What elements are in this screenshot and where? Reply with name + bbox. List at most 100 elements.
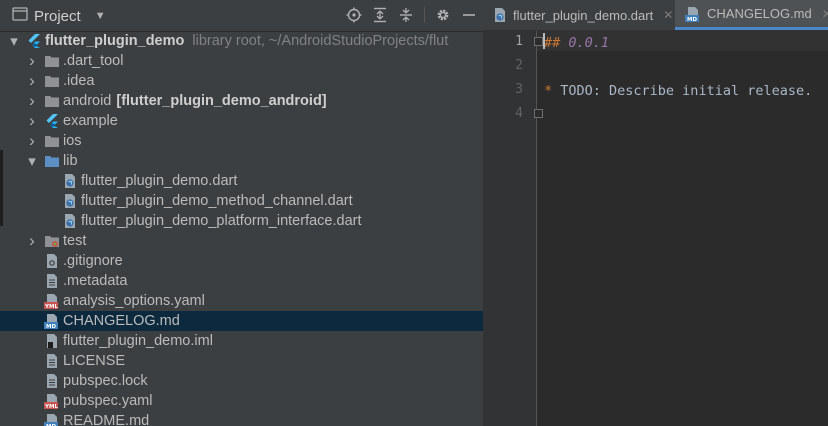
line-number-gutter: 1 2 3 4 — [483, 31, 537, 426]
tab-changelog[interactable]: MD CHANGELOG.md ✕ — [675, 0, 828, 30]
svg-text:YML: YML — [44, 404, 58, 409]
folder-icon — [44, 73, 60, 89]
dart-file-icon — [62, 173, 78, 189]
yaml-file-icon: YML — [44, 293, 60, 309]
tree-item-label: example — [63, 113, 118, 129]
flutter-icon — [44, 113, 60, 129]
chevron-right-icon[interactable]: › — [26, 71, 38, 91]
gear-icon[interactable] — [435, 6, 451, 24]
editor-area: flutter_plugin_demo.dart ✕ MD CHANGELOG.md ✕… — [483, 0, 828, 426]
chevron-right-icon[interactable]: › — [26, 91, 38, 111]
tree-item[interactable]: › .idea — [0, 71, 483, 91]
text-file-icon — [44, 273, 60, 289]
svg-text:MD: MD — [46, 324, 56, 329]
chevron-down-icon[interactable]: ▾ — [8, 32, 20, 50]
line-number: 4 — [515, 106, 523, 121]
tree-item-label: pubspec.yaml — [63, 393, 153, 409]
fold-marker-icon[interactable] — [534, 109, 543, 118]
tree-item-label: pubspec.lock — [63, 373, 148, 389]
dart-file-icon — [62, 193, 78, 209]
list-bullet: * — [544, 83, 553, 99]
tree-item-label: flutter_plugin_demo_method_channel.dart — [81, 193, 353, 209]
tree-item[interactable]: › ios — [0, 131, 483, 151]
folder-icon — [44, 133, 60, 149]
tree-item[interactable]: ▾ flutter_plugin_demo library root, ~/Andr… — [0, 31, 483, 51]
chevron-right-icon[interactable]: › — [26, 231, 38, 251]
line-number: 1 — [515, 34, 523, 49]
dart-file-icon — [62, 213, 78, 229]
tree-item-label: LICENSE — [63, 353, 126, 369]
dart-file-icon — [493, 7, 507, 23]
fold-marker-icon[interactable] — [534, 37, 543, 46]
project-tree: ▾ flutter_plugin_demo library root, ~/Andr… — [0, 31, 483, 426]
text-file-icon — [44, 353, 60, 369]
yaml-file-icon: YML — [44, 393, 60, 409]
tree-item[interactable]: flutter_plugin_demo.dart — [0, 171, 483, 191]
tree-item-label: flutter_plugin_demo.dart — [81, 173, 238, 189]
folder-icon — [44, 93, 60, 109]
tree-item-label: flutter_plugin_demo.iml — [63, 333, 213, 349]
tree-item[interactable]: › test — [0, 231, 483, 251]
tree-item[interactable]: .metadata — [0, 271, 483, 291]
project-panel-header: Project ▼ — [0, 0, 483, 32]
collapse-all-icon[interactable] — [398, 6, 414, 24]
tab-dart-file[interactable]: flutter_plugin_demo.dart ✕ — [483, 0, 675, 30]
markdown-file-icon: MD — [44, 313, 60, 329]
tree-item[interactable]: flutter_plugin_demo_platform_interface.d… — [0, 211, 483, 231]
list-item-text: TODO: Describe initial release. — [552, 83, 813, 99]
tree-item-label: lib — [63, 153, 78, 169]
code-line: ## 0.0.1 — [544, 33, 609, 53]
chevron-right-icon[interactable]: › — [26, 51, 38, 71]
tree-item[interactable]: flutter_plugin_demo_method_channel.dart — [0, 191, 483, 211]
left-edge-strip — [0, 150, 3, 226]
project-view-selector[interactable]: Project ▼ — [12, 6, 106, 26]
chevron-right-icon[interactable]: › — [26, 111, 38, 131]
line-number: 3 — [515, 82, 523, 97]
chevron-down-icon[interactable]: ▾ — [26, 152, 38, 170]
close-icon[interactable]: ✕ — [663, 8, 673, 22]
tree-item-label: CHANGELOG.md — [63, 313, 180, 329]
heading-marker: ## — [544, 35, 561, 51]
editor-tabs: flutter_plugin_demo.dart ✕ MD CHANGELOG.md ✕ — [483, 0, 828, 31]
hide-panel-icon[interactable] — [461, 6, 477, 24]
tree-item-label: README.md — [63, 413, 150, 426]
folder-blue-icon — [44, 153, 60, 169]
tree-item-label: flutter_plugin_demo — [45, 33, 185, 49]
tree-item-label: .metadata — [63, 273, 128, 289]
heading-text: 0.0.1 — [560, 35, 610, 51]
tree-item[interactable]: flutter_plugin_demo.iml — [0, 331, 483, 351]
chevron-right-icon[interactable]: › — [26, 131, 38, 151]
tree-item[interactable]: .gitignore — [0, 251, 483, 271]
code-editor[interactable]: ## 0.0.1 * TODO: Describe initial release… — [537, 31, 828, 426]
tree-item[interactable]: MD CHANGELOG.md — [0, 311, 483, 331]
tree-item[interactable]: › example — [0, 111, 483, 131]
expand-all-icon[interactable] — [372, 6, 388, 24]
tree-item[interactable]: MDREADME.md — [0, 411, 483, 426]
tree-item[interactable]: YML analysis_options.yaml — [0, 291, 483, 311]
locate-file-icon[interactable] — [346, 6, 362, 24]
project-panel-title: Project — [34, 7, 81, 25]
text-caret — [543, 33, 545, 49]
tree-item-label: ios — [63, 133, 82, 149]
tree-item-label: flutter_plugin_demo_platform_interface.d… — [81, 213, 362, 229]
tree-item[interactable]: › .dart_tool — [0, 51, 483, 71]
tree-item[interactable]: ▾ lib — [0, 151, 483, 171]
gitignore-file-icon — [44, 253, 60, 269]
tree-item[interactable]: › android [flutter_plugin_demo_android] — [0, 91, 483, 111]
tree-item-label: .idea — [63, 73, 95, 89]
close-icon[interactable]: ✕ — [822, 7, 828, 21]
flutter-icon — [26, 33, 42, 49]
tree-item-label: analysis_options.yaml — [63, 293, 205, 309]
tree-item[interactable]: LICENSE — [0, 351, 483, 371]
tree-item-label: android — [63, 93, 112, 109]
project-tool-window: Project ▼ ▾ flutter_plugin_demo library ro… — [0, 0, 483, 426]
iml-file-icon — [44, 333, 60, 349]
tree-item[interactable]: pubspec.lock — [0, 371, 483, 391]
code-line: * TODO: Describe initial release. — [544, 81, 812, 101]
tree-item-label: .gitignore — [63, 253, 123, 269]
svg-text:MD: MD — [687, 17, 697, 22]
tree-item[interactable]: YML pubspec.yaml — [0, 391, 483, 411]
tree-item-label: test — [63, 233, 87, 249]
header-divider — [424, 7, 425, 23]
svg-text:YML: YML — [44, 304, 58, 309]
